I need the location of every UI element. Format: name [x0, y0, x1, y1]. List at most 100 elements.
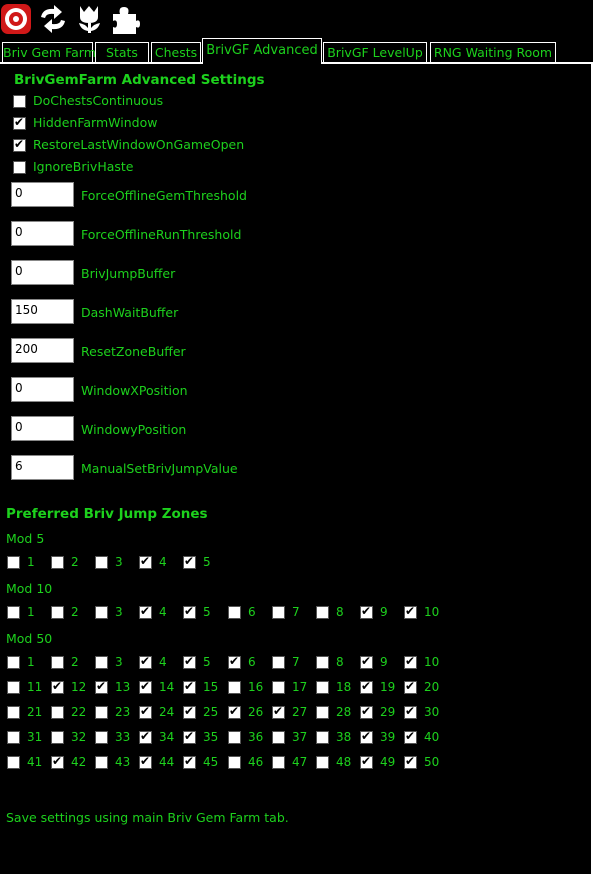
- setting-checkbox[interactable]: [13, 115, 26, 130]
- zone-checkbox[interactable]: [7, 606, 20, 619]
- zone-checkbox-label[interactable]: 50: [424, 755, 439, 769]
- zone-checkbox[interactable]: [7, 656, 20, 669]
- zone-checkbox[interactable]: [51, 679, 64, 694]
- zone-checkbox-label[interactable]: 31: [27, 730, 42, 744]
- zone-checkbox[interactable]: [7, 681, 20, 694]
- zone-checkbox[interactable]: [404, 654, 417, 669]
- zone-checkbox[interactable]: [95, 706, 108, 719]
- setting-checkbox[interactable]: [13, 95, 26, 108]
- zone-checkbox[interactable]: [51, 731, 64, 744]
- zone-checkbox[interactable]: [183, 704, 196, 719]
- zone-checkbox[interactable]: [95, 656, 108, 669]
- zone-checkbox[interactable]: [316, 731, 329, 744]
- zone-checkbox[interactable]: [228, 731, 241, 744]
- zone-checkbox-label[interactable]: 3: [115, 555, 123, 569]
- zone-checkbox[interactable]: [228, 756, 241, 769]
- zone-checkbox[interactable]: [139, 729, 152, 744]
- zone-checkbox-label[interactable]: 6: [248, 655, 256, 669]
- zone-checkbox-label[interactable]: 23: [115, 705, 130, 719]
- zone-checkbox[interactable]: [95, 606, 108, 619]
- setting-checkbox-label[interactable]: DoChestsContinuous: [33, 93, 163, 108]
- zone-checkbox-label[interactable]: 1: [27, 655, 35, 669]
- zone-checkbox[interactable]: [404, 704, 417, 719]
- zone-checkbox[interactable]: [272, 704, 285, 719]
- zone-checkbox[interactable]: [183, 554, 196, 569]
- zone-checkbox-label[interactable]: 37: [292, 730, 307, 744]
- zone-checkbox-label[interactable]: 1: [27, 605, 35, 619]
- zone-checkbox-label[interactable]: 24: [159, 705, 174, 719]
- zone-checkbox-label[interactable]: 2: [71, 555, 79, 569]
- setting-checkbox[interactable]: [13, 137, 26, 152]
- zone-checkbox-label[interactable]: 7: [292, 605, 300, 619]
- zone-checkbox-label[interactable]: 5: [203, 555, 211, 569]
- zone-checkbox[interactable]: [95, 556, 108, 569]
- record-icon[interactable]: [0, 3, 32, 35]
- zone-checkbox[interactable]: [139, 554, 152, 569]
- zone-checkbox[interactable]: [316, 606, 329, 619]
- zone-checkbox-label[interactable]: 26: [248, 705, 263, 719]
- zone-checkbox-label[interactable]: 18: [336, 680, 351, 694]
- zone-checkbox-label[interactable]: 7: [292, 655, 300, 669]
- zone-checkbox[interactable]: [316, 756, 329, 769]
- zone-checkbox-label[interactable]: 3: [115, 655, 123, 669]
- zone-checkbox-label[interactable]: 10: [424, 605, 439, 619]
- zone-checkbox-label[interactable]: 22: [71, 705, 86, 719]
- zone-checkbox-label[interactable]: 41: [27, 755, 42, 769]
- setting-checkbox-label[interactable]: IgnoreBrivHaste: [33, 159, 134, 174]
- zone-checkbox[interactable]: [139, 754, 152, 769]
- zone-checkbox-label[interactable]: 38: [336, 730, 351, 744]
- zone-checkbox-label[interactable]: 4: [159, 555, 167, 569]
- zone-checkbox-label[interactable]: 43: [115, 755, 130, 769]
- zone-checkbox[interactable]: [360, 679, 373, 694]
- zone-checkbox[interactable]: [51, 706, 64, 719]
- setting-input-field[interactable]: 0: [11, 416, 74, 441]
- zone-checkbox[interactable]: [316, 656, 329, 669]
- zone-checkbox-label[interactable]: 17: [292, 680, 307, 694]
- zone-checkbox-label[interactable]: 13: [115, 680, 130, 694]
- zone-checkbox-label[interactable]: 6: [248, 605, 256, 619]
- zone-checkbox[interactable]: [51, 556, 64, 569]
- zone-checkbox-label[interactable]: 5: [203, 655, 211, 669]
- puzzle-icon[interactable]: [109, 3, 141, 35]
- setting-input-field[interactable]: 150: [11, 299, 74, 324]
- zone-checkbox[interactable]: [7, 706, 20, 719]
- zone-checkbox-label[interactable]: 15: [203, 680, 218, 694]
- zone-checkbox[interactable]: [272, 756, 285, 769]
- setting-checkbox-label[interactable]: RestoreLastWindowOnGameOpen: [33, 137, 244, 152]
- zone-checkbox-label[interactable]: 32: [71, 730, 86, 744]
- zone-checkbox[interactable]: [51, 656, 64, 669]
- zone-checkbox-label[interactable]: 30: [424, 705, 439, 719]
- zone-checkbox-label[interactable]: 36: [248, 730, 263, 744]
- zone-checkbox[interactable]: [95, 756, 108, 769]
- zone-checkbox-label[interactable]: 4: [159, 605, 167, 619]
- zone-checkbox[interactable]: [228, 704, 241, 719]
- zone-checkbox-label[interactable]: 9: [380, 605, 388, 619]
- zone-checkbox[interactable]: [228, 606, 241, 619]
- zone-checkbox-label[interactable]: 2: [71, 605, 79, 619]
- zone-checkbox[interactable]: [51, 754, 64, 769]
- zone-checkbox[interactable]: [228, 654, 241, 669]
- zone-checkbox[interactable]: [139, 654, 152, 669]
- setting-checkbox[interactable]: [13, 161, 26, 174]
- zone-checkbox-label[interactable]: 8: [336, 605, 344, 619]
- zone-checkbox-label[interactable]: 3: [115, 605, 123, 619]
- setting-input-field[interactable]: 0: [11, 260, 74, 285]
- zone-checkbox[interactable]: [228, 681, 241, 694]
- zone-checkbox-label[interactable]: 4: [159, 655, 167, 669]
- zone-checkbox[interactable]: [360, 654, 373, 669]
- setting-input-field[interactable]: 6: [11, 455, 74, 480]
- setting-checkbox-label[interactable]: HiddenFarmWindow: [33, 115, 157, 130]
- zone-checkbox-label[interactable]: 35: [203, 730, 218, 744]
- zone-checkbox-label[interactable]: 39: [380, 730, 395, 744]
- zone-checkbox[interactable]: [272, 681, 285, 694]
- tab-chests[interactable]: Chests: [151, 42, 201, 62]
- zone-checkbox[interactable]: [272, 656, 285, 669]
- zone-checkbox-label[interactable]: 29: [380, 705, 395, 719]
- tab-rng-waiting-room[interactable]: RNG Waiting Room: [430, 42, 556, 62]
- setting-input-field[interactable]: 0: [11, 221, 74, 246]
- zone-checkbox[interactable]: [183, 654, 196, 669]
- zone-checkbox[interactable]: [7, 731, 20, 744]
- tab-brivgf-levelup[interactable]: BrivGF LevelUp: [323, 42, 427, 62]
- zone-checkbox-label[interactable]: 16: [248, 680, 263, 694]
- zone-checkbox[interactable]: [95, 731, 108, 744]
